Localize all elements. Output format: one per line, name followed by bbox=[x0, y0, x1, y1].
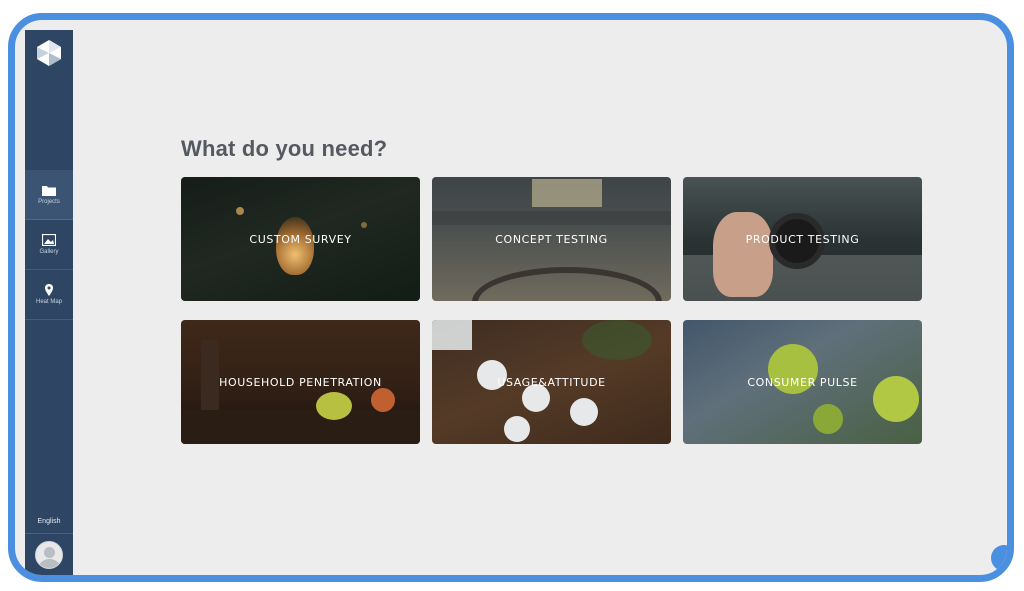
card-label: PRODUCT TESTING bbox=[745, 232, 860, 246]
card-usage-attitude[interactable]: USAGE&ATTITUDE bbox=[432, 320, 671, 444]
app-window: Projects Gallery Heat Map English What d… bbox=[8, 13, 1014, 582]
card-label: HOUSEHOLD PENETRATION bbox=[219, 375, 382, 389]
sidebar-item-label: Heat Map bbox=[35, 299, 62, 305]
card-product-testing[interactable]: PRODUCT TESTING bbox=[683, 177, 922, 301]
card-label: CONCEPT TESTING bbox=[495, 232, 608, 246]
help-chat-button[interactable] bbox=[991, 545, 1007, 571]
card-consumer-pulse[interactable]: CONSUMER PULSE bbox=[683, 320, 922, 444]
card-label: CONSUMER PULSE bbox=[747, 375, 858, 389]
sidebar-nav: Projects Gallery Heat Map bbox=[25, 170, 73, 320]
language-selector[interactable]: English bbox=[25, 512, 73, 534]
map-pin-icon bbox=[45, 284, 53, 296]
card-household-penetration[interactable]: HOUSEHOLD PENETRATION bbox=[181, 320, 420, 444]
card-label: USAGE&ATTITUDE bbox=[497, 375, 606, 389]
sidebar-item-gallery[interactable]: Gallery bbox=[25, 220, 73, 270]
card-label: CUSTOM SURVEY bbox=[249, 232, 352, 246]
sidebar-item-label: Gallery bbox=[39, 249, 59, 255]
page-title: What do you need? bbox=[181, 136, 388, 161]
card-custom-survey[interactable]: CUSTOM SURVEY bbox=[181, 177, 420, 301]
sidebar: Projects Gallery Heat Map English bbox=[25, 30, 73, 575]
folder-icon bbox=[42, 186, 56, 196]
sidebar-item-label: Projects bbox=[38, 199, 60, 205]
user-avatar-icon[interactable] bbox=[35, 541, 63, 569]
image-icon bbox=[42, 234, 56, 246]
card-concept-testing[interactable]: CONCEPT TESTING bbox=[432, 177, 671, 301]
sidebar-item-projects[interactable]: Projects bbox=[25, 170, 73, 220]
sidebar-item-heat-map[interactable]: Heat Map bbox=[25, 270, 73, 320]
hexagon-logo-icon[interactable] bbox=[34, 38, 64, 68]
